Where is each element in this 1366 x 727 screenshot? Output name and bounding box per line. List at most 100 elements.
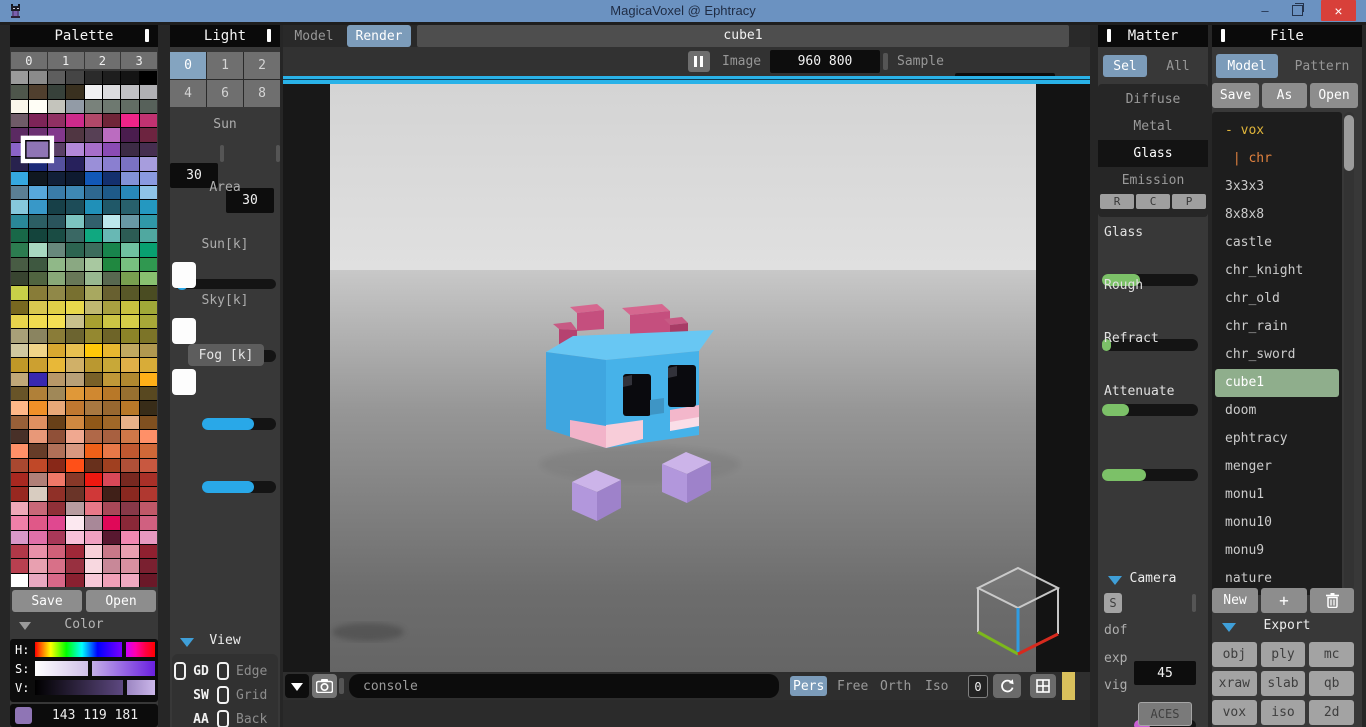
kelvin-color-swatch[interactable] xyxy=(172,262,196,288)
palette-swatch[interactable] xyxy=(11,185,29,200)
file-item-cube1[interactable]: cube1 xyxy=(1215,369,1339,397)
palette-swatch[interactable] xyxy=(84,559,102,573)
palette-swatch[interactable] xyxy=(66,257,84,272)
spinner-nub[interactable] xyxy=(220,145,224,162)
palette-swatch[interactable] xyxy=(84,530,102,544)
orientation-cube[interactable] xyxy=(966,558,1070,662)
palette-swatch[interactable] xyxy=(84,85,102,99)
palette-swatch[interactable] xyxy=(11,530,29,544)
palette-swatch[interactable] xyxy=(139,214,157,228)
export-mc-button[interactable]: mc xyxy=(1309,642,1354,667)
palette-swatch[interactable] xyxy=(121,458,139,473)
palette-swatch[interactable] xyxy=(47,257,66,272)
palette-swatch[interactable] xyxy=(66,200,84,214)
light-preset-2[interactable]: 2 xyxy=(244,52,280,79)
palette-swatch[interactable] xyxy=(139,458,157,473)
palette-swatch[interactable] xyxy=(11,501,29,516)
kelvin-label[interactable]: Fog [k] xyxy=(188,344,264,366)
palette-swatch[interactable] xyxy=(11,544,29,559)
palette-swatch[interactable] xyxy=(121,530,139,544)
palette-swatch[interactable] xyxy=(66,243,84,257)
palette-swatch[interactable] xyxy=(29,444,47,458)
palette-swatch[interactable] xyxy=(121,142,139,157)
palette-swatch[interactable] xyxy=(84,573,102,587)
palette-swatch[interactable] xyxy=(11,401,29,415)
export-iso-button[interactable]: iso xyxy=(1260,700,1306,725)
palette-swatch[interactable] xyxy=(121,415,139,430)
palette-swatch[interactable] xyxy=(102,243,121,257)
palette-swatch[interactable] xyxy=(47,114,66,128)
palette-swatch[interactable] xyxy=(66,157,84,171)
palette-swatch[interactable] xyxy=(47,157,66,171)
palette-swatch[interactable] xyxy=(29,473,47,487)
palette-swatch[interactable] xyxy=(66,473,84,487)
palette-swatch[interactable] xyxy=(139,85,157,99)
panel-handle-icon[interactable] xyxy=(145,29,149,42)
hue-slider[interactable] xyxy=(35,642,122,657)
palette-swatch[interactable] xyxy=(84,444,102,458)
palette-swatch[interactable] xyxy=(66,559,84,573)
export-obj-button[interactable]: obj xyxy=(1212,642,1257,667)
palette-swatch[interactable] xyxy=(139,372,157,386)
saturation-slider[interactable] xyxy=(35,661,88,676)
view-mode-orth[interactable]: Orth xyxy=(877,676,914,696)
palette-swatch[interactable] xyxy=(139,185,157,200)
file-model-tab[interactable]: Model xyxy=(1216,54,1278,78)
palette-swatch[interactable] xyxy=(29,530,47,544)
palette-swatch[interactable] xyxy=(47,372,66,386)
palette-swatch[interactable] xyxy=(11,99,29,114)
palette-swatch[interactable] xyxy=(102,458,121,473)
palette-swatch[interactable] xyxy=(66,185,84,200)
palette-swatch[interactable] xyxy=(102,157,121,171)
palette-swatch[interactable] xyxy=(47,99,66,114)
palette-swatch[interactable] xyxy=(47,386,66,401)
palette-swatch[interactable] xyxy=(29,315,47,329)
export-qb-button[interactable]: qb xyxy=(1309,671,1354,696)
palette-swatch[interactable] xyxy=(66,228,84,243)
palette-swatch[interactable] xyxy=(47,501,66,516)
palette-swatch[interactable] xyxy=(29,401,47,415)
palette-swatch[interactable] xyxy=(29,243,47,257)
palette-swatch[interactable] xyxy=(102,343,121,358)
palette-swatch[interactable] xyxy=(11,444,29,458)
palette-swatch[interactable] xyxy=(121,573,139,587)
matter-rcp-r[interactable]: R xyxy=(1100,194,1134,209)
palette-swatch[interactable] xyxy=(102,501,121,516)
view-index-button[interactable]: 0 xyxy=(968,675,988,698)
palette-swatch[interactable] xyxy=(139,530,157,544)
palette-swatch[interactable] xyxy=(11,286,29,300)
palette-swatch[interactable] xyxy=(66,343,84,358)
palette-swatch[interactable] xyxy=(102,415,121,430)
view-mode-pers[interactable]: Pers xyxy=(790,676,828,696)
palette-swatch[interactable] xyxy=(47,272,66,286)
palette-swatch[interactable] xyxy=(139,343,157,358)
light-preset-0[interactable]: 0 xyxy=(170,52,206,79)
file-item-monu1[interactable]: monu1 xyxy=(1212,481,1342,509)
palette-swatch[interactable] xyxy=(121,444,139,458)
palette-swatch[interactable] xyxy=(47,286,66,300)
palette-swatch[interactable] xyxy=(11,171,29,185)
palette-swatch[interactable] xyxy=(11,372,29,386)
palette-swatch[interactable] xyxy=(84,386,102,401)
file-item-chr_old[interactable]: chr_old xyxy=(1212,285,1342,313)
palette-swatch[interactable] xyxy=(139,128,157,142)
palette-swatch[interactable] xyxy=(66,372,84,386)
palette-swatch[interactable] xyxy=(11,559,29,573)
palette-swatch[interactable] xyxy=(66,358,84,372)
palette-swatch[interactable] xyxy=(66,544,84,559)
view-mode-iso[interactable]: Iso xyxy=(922,676,951,696)
palette-swatch[interactable] xyxy=(121,501,139,516)
palette-swatch[interactable] xyxy=(29,171,47,185)
render-viewport[interactable] xyxy=(330,84,1036,672)
palette-swatch[interactable] xyxy=(84,214,102,228)
palette-swatch[interactable] xyxy=(121,228,139,243)
matter-sel-tab[interactable]: Sel xyxy=(1103,55,1147,77)
palette-swatch[interactable] xyxy=(84,329,102,343)
palette-swatch[interactable] xyxy=(84,473,102,487)
palette-swatch[interactable] xyxy=(66,272,84,286)
palette-swatch[interactable] xyxy=(84,415,102,430)
palette-swatch[interactable] xyxy=(29,286,47,300)
palette-swatch[interactable] xyxy=(121,272,139,286)
palette-swatch[interactable] xyxy=(29,214,47,228)
palette-swatch[interactable] xyxy=(139,99,157,114)
